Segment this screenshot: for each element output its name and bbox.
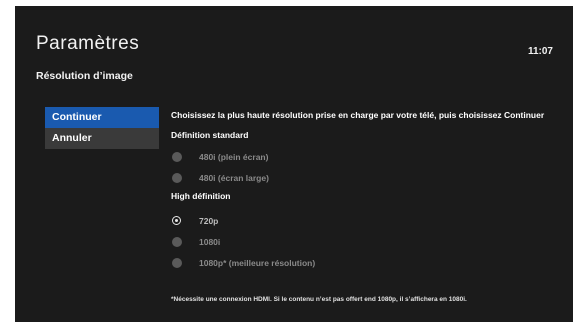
instructions-text: Choisissez la plus haute résolution pris… xyxy=(171,110,545,120)
tv-screen: Paramètres 11:07 Résolution d’image Cont… xyxy=(15,6,573,322)
cancel-button[interactable]: Annuler xyxy=(45,128,159,149)
section-title: Résolution d’image xyxy=(36,70,133,82)
continue-button[interactable]: Continuer xyxy=(45,107,159,128)
group-label-standard: Définition standard xyxy=(171,130,249,140)
radio-selected-icon xyxy=(172,216,181,225)
footnote: *Nécessite une connexion HDMI. Si le con… xyxy=(171,296,467,303)
option-1080p[interactable]: 1080p* (meilleure résolution) xyxy=(172,253,556,274)
radio-unselected-icon xyxy=(172,258,182,268)
option-480i-wide[interactable]: 480i (écran large) xyxy=(172,168,556,189)
option-label: 480i (plein écran) xyxy=(199,152,269,162)
group-label-high: High définition xyxy=(171,191,231,201)
option-label: 720p xyxy=(199,216,219,226)
side-menu: Continuer Annuler xyxy=(45,107,159,149)
resolution-panel: Choisissez la plus haute résolution pris… xyxy=(171,110,556,274)
page-title: Paramètres xyxy=(36,33,140,54)
option-720p[interactable]: 720p xyxy=(172,211,556,232)
radio-unselected-icon xyxy=(172,152,182,162)
option-480i-full[interactable]: 480i (plein écran) xyxy=(172,147,556,168)
clock: 11:07 xyxy=(527,46,553,57)
option-label: 480i (écran large) xyxy=(199,173,269,183)
radio-unselected-icon xyxy=(172,237,182,247)
option-label: 1080i xyxy=(199,237,221,247)
radio-unselected-icon xyxy=(172,173,182,183)
option-label: 1080p* (meilleure résolution) xyxy=(199,258,316,268)
option-1080i[interactable]: 1080i xyxy=(172,232,556,253)
